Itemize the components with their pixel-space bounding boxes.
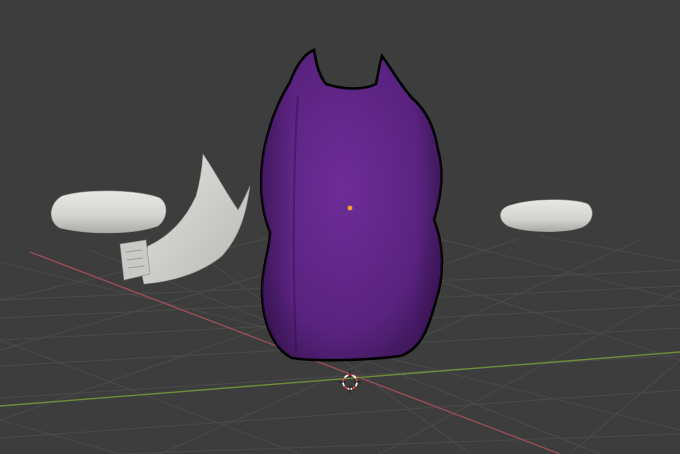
3d-cursor-icon[interactable] bbox=[339, 371, 361, 393]
purple-body-mesh[interactable] bbox=[259, 48, 444, 362]
object-origin-icon bbox=[347, 205, 353, 211]
3d-viewport[interactable] bbox=[0, 0, 680, 454]
viewport-canvas[interactable] bbox=[0, 0, 680, 454]
left-arm-mesh[interactable] bbox=[50, 190, 167, 234]
right-arm-mesh[interactable] bbox=[500, 199, 593, 232]
